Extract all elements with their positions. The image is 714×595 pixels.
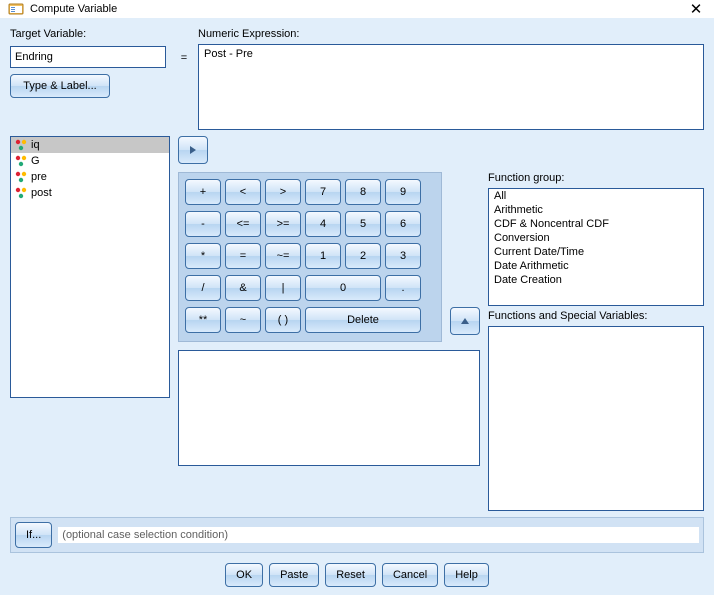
if-condition-row: If... (optional case selection condition… <box>10 517 704 553</box>
variable-type-icon <box>15 187 27 199</box>
help-button[interactable]: Help <box>444 563 489 587</box>
numeric-expression-input[interactable]: Post - Pre <box>198 44 704 130</box>
keypad-key[interactable]: > <box>265 179 301 205</box>
variable-type-icon <box>15 155 27 167</box>
keypad-key[interactable]: + <box>185 179 221 205</box>
variable-name: iq <box>31 139 40 151</box>
keypad-key[interactable]: = <box>225 243 261 269</box>
top-row: Target Variable: Type & Label... = Numer… <box>10 28 704 130</box>
calc-area: +<>789 -<=>=456 *=~=123 /&|0. **~( )Delete <box>178 172 480 511</box>
variable-row[interactable]: G <box>11 153 169 169</box>
function-group-item[interactable]: All <box>489 189 703 203</box>
right-column: Function group: AllArithmeticCDF & Nonce… <box>488 172 704 511</box>
keypad-key[interactable]: 0 <box>305 275 381 301</box>
variable-row[interactable]: pre <box>11 169 169 185</box>
reset-button[interactable]: Reset <box>325 563 376 587</box>
dialog-body: Target Variable: Type & Label... = Numer… <box>0 18 714 595</box>
ok-button[interactable]: OK <box>225 563 263 587</box>
keypad-key[interactable]: * <box>185 243 221 269</box>
target-column: Target Variable: Type & Label... <box>10 28 170 98</box>
function-group-item[interactable]: Date Creation <box>489 273 703 287</box>
variable-name: post <box>31 187 52 199</box>
app-icon <box>8 1 24 17</box>
function-group-item[interactable]: Date Arithmetic <box>489 259 703 273</box>
numeric-expression-label: Numeric Expression: <box>198 28 704 40</box>
paste-button[interactable]: Paste <box>269 563 319 587</box>
keypad-key[interactable]: ( ) <box>265 307 301 333</box>
keypad-key[interactable]: | <box>265 275 301 301</box>
variable-type-icon <box>15 139 27 151</box>
variable-row[interactable]: post <box>11 185 169 201</box>
function-group-item[interactable]: Current Date/Time <box>489 245 703 259</box>
keypad-key[interactable]: ~= <box>265 243 301 269</box>
keypad-key[interactable]: & <box>225 275 261 301</box>
if-condition-text: (optional case selection condition) <box>58 527 699 543</box>
keypad-key[interactable]: 4 <box>305 211 341 237</box>
functions-special-vars-label: Functions and Special Variables: <box>488 310 704 322</box>
arrow-up-icon <box>459 315 471 327</box>
keypad-key[interactable]: ** <box>185 307 221 333</box>
keypad-key[interactable]: < <box>225 179 261 205</box>
expression-column: Numeric Expression: Post - Pre <box>198 28 704 130</box>
keypad-key[interactable]: >= <box>265 211 301 237</box>
keypad-key[interactable]: 3 <box>385 243 421 269</box>
keypad-key[interactable]: . <box>385 275 421 301</box>
keypad-key[interactable]: 5 <box>345 211 381 237</box>
variable-name: pre <box>31 171 47 183</box>
function-group-item[interactable]: Arithmetic <box>489 203 703 217</box>
cancel-button[interactable]: Cancel <box>382 563 438 587</box>
functions-special-vars-list[interactable] <box>488 326 704 511</box>
function-group-label: Function group: <box>488 172 704 184</box>
close-icon[interactable]: ✕ <box>686 0 706 18</box>
keypad-key[interactable]: / <box>185 275 221 301</box>
keypad-key[interactable]: 8 <box>345 179 381 205</box>
variable-name: G <box>31 155 40 167</box>
keypad-key[interactable]: 7 <box>305 179 341 205</box>
keypad-key[interactable]: - <box>185 211 221 237</box>
keypad-key[interactable]: 9 <box>385 179 421 205</box>
variable-type-icon <box>15 171 27 183</box>
function-group-item[interactable]: Conversion <box>489 231 703 245</box>
arrow-right-icon <box>187 144 199 156</box>
dialog-button-row: OK Paste Reset Cancel Help <box>10 559 704 587</box>
equals-sign: = <box>178 52 190 64</box>
window-title: Compute Variable <box>30 3 686 15</box>
function-group-item[interactable]: CDF & Noncentral CDF <box>489 217 703 231</box>
title-bar: Compute Variable ✕ <box>0 0 714 18</box>
up-arrow-col <box>450 172 480 335</box>
if-button[interactable]: If... <box>15 522 52 548</box>
keypad-key[interactable]: 2 <box>345 243 381 269</box>
target-variable-label: Target Variable: <box>10 28 170 40</box>
keypad-key[interactable]: <= <box>225 211 261 237</box>
target-variable-input[interactable] <box>10 46 166 68</box>
delete-key[interactable]: Delete <box>305 307 421 333</box>
variable-list[interactable]: iq Gpre post <box>10 136 170 398</box>
compute-variable-dialog: Compute Variable ✕ Target Variable: Type… <box>0 0 714 554</box>
function-group-list[interactable]: AllArithmeticCDF & Noncentral CDFConvers… <box>488 188 704 306</box>
variable-row[interactable]: iq <box>11 137 169 153</box>
keypad-key[interactable]: 1 <box>305 243 341 269</box>
type-and-label-button[interactable]: Type & Label... <box>10 74 110 98</box>
middle-row: iq Gpre post +<>789 -<=>=456 *=~=123 /&|0. **~… <box>10 136 704 511</box>
keypad: +<>789 -<=>=456 *=~=123 /&|0. **~( )Delete <box>178 172 442 342</box>
keypad-key[interactable]: 6 <box>385 211 421 237</box>
center-column: +<>789 -<=>=456 *=~=123 /&|0. **~( )Delete F… <box>178 136 704 511</box>
move-up-button[interactable] <box>450 307 480 335</box>
mid-main: +<>789 -<=>=456 *=~=123 /&|0. **~( )Delete F… <box>178 172 704 511</box>
move-right-button[interactable] <box>178 136 208 164</box>
description-box <box>178 350 480 466</box>
keypad-key[interactable]: ~ <box>225 307 261 333</box>
